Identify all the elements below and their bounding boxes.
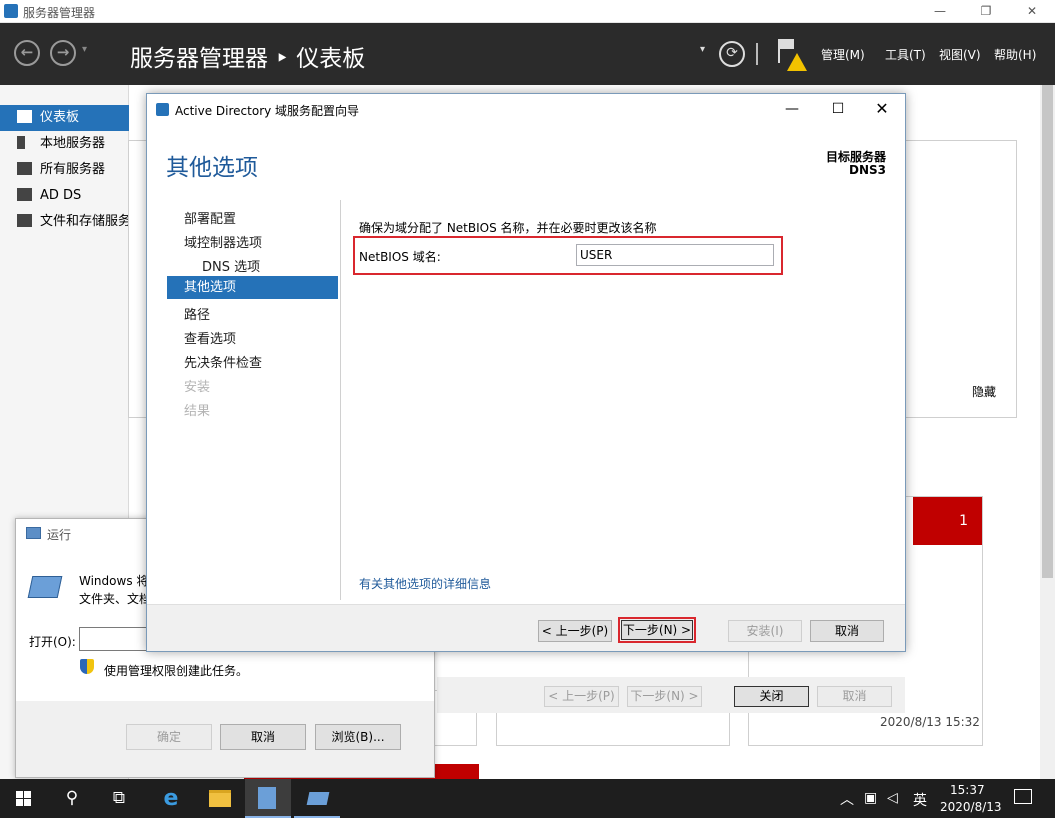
sidebar-item-dashboard[interactable]: 仪表板 (0, 105, 129, 131)
timestamp: 2020/8/13 15:32 (880, 715, 980, 729)
step-additional-options[interactable]: 其他选项 (167, 276, 338, 299)
behind-back-button[interactable]: < 上一步(P) (544, 686, 619, 707)
network-icon[interactable]: ▣ (864, 790, 877, 806)
run-open-label: 打开(O): (29, 635, 76, 649)
volume-muted-icon[interactable]: ◁ (887, 790, 898, 806)
run-cancel-button[interactable]: 取消 (220, 724, 306, 750)
wizard-page-title: 其他选项 (166, 155, 258, 181)
run-ok-button[interactable]: 确定 (126, 724, 212, 750)
wizard-maximize-button[interactable]: ☐ (815, 96, 861, 122)
run-description-1: Windows 将 (79, 574, 149, 588)
run-description-2: 文件夹、文档 (79, 592, 152, 606)
behind-close-button[interactable]: 关闭 (734, 686, 809, 707)
notification-flag-icon[interactable] (778, 39, 808, 73)
step-paths[interactable]: 路径 (184, 304, 210, 323)
run-admin-note: 使用管理权限创建此任务。 (104, 664, 249, 678)
start-windows-icon[interactable] (0, 779, 46, 818)
step-dns-options[interactable]: DNS 选项 (202, 256, 260, 275)
step-dc-options[interactable]: 域控制器选项 (184, 232, 262, 251)
maximize-button[interactable]: ❐ (963, 0, 1009, 23)
app-title-bar: 服务器管理器 — ❐ ✕ (0, 0, 1055, 23)
menu-manage[interactable]: 管理(M) (821, 46, 865, 63)
step-review-options[interactable]: 查看选项 (184, 328, 236, 347)
cancel-button[interactable]: 取消 (810, 620, 884, 642)
refresh-icon[interactable]: ⟳ (719, 41, 745, 67)
step-deployment-config[interactable]: 部署配置 (184, 208, 236, 227)
target-server-value: DNS3 (849, 163, 886, 177)
install-button[interactable]: 安装(I) (728, 620, 802, 642)
step-prerequisites-check[interactable]: 先决条件检查 (184, 352, 262, 371)
servers-icon (17, 162, 32, 175)
back-button[interactable]: < 上一步(P) (538, 620, 612, 642)
menu-help[interactable]: 帮助(H) (994, 46, 1036, 63)
refresh-dropdown-icon[interactable]: ▾ (700, 44, 705, 55)
ime-indicator[interactable]: 英 (913, 790, 927, 810)
step-results: 结果 (184, 404, 211, 419)
instruction-text: 确保为域分配了 NetBIOS 名称，并在必要时更改该名称 (359, 221, 657, 235)
scrollbar-thumb[interactable] (1042, 85, 1053, 578)
shield-icon (80, 659, 94, 674)
server-manager-taskbar-icon[interactable] (245, 779, 291, 818)
forward-arrow-icon[interactable]: → (50, 40, 76, 66)
separator (756, 43, 758, 65)
run-browse-button[interactable]: 浏览(B)... (315, 724, 401, 750)
notification-center-icon[interactable] (1014, 789, 1032, 804)
more-info-link[interactable]: 有关其他选项的详细信息 (359, 575, 491, 592)
server-manager-icon (4, 4, 18, 18)
scrollbar[interactable] (1040, 85, 1055, 779)
netbios-domain-input[interactable] (576, 244, 774, 266)
warning-icon (787, 53, 807, 71)
netbios-label: NetBIOS 域名: (359, 250, 441, 264)
taskbar: ⚲ ⧉ e ︿ ▣ ◁ 英 15:37 2020/8/13 (0, 779, 1055, 818)
run-title-icon (26, 527, 41, 539)
divider (340, 200, 341, 600)
menu-view[interactable]: 视图(V) (939, 46, 981, 63)
menu-tools[interactable]: 工具(T) (885, 46, 926, 63)
task-view-icon[interactable]: ⧉ (96, 779, 142, 818)
sidebar-item-local-server[interactable]: 本地服务器 (0, 131, 129, 157)
ie-browser-icon[interactable]: e (148, 779, 194, 818)
history-dropdown-icon[interactable]: ▾ (82, 44, 87, 55)
tray-expand-icon[interactable]: ︿ (840, 789, 854, 809)
step-install: 安装 (184, 380, 211, 395)
hide-link[interactable]: 隐藏 (972, 383, 996, 400)
wizard-minimize-button[interactable]: — (769, 96, 815, 122)
run-program-icon (27, 576, 63, 598)
clock-date[interactable]: 2020/8/13 (940, 800, 1002, 814)
back-arrow-icon[interactable]: ← (14, 40, 40, 66)
wizard-close-button[interactable]: ✕ (859, 96, 905, 122)
wizard-title: Active Directory 域服务配置向导 (175, 104, 360, 118)
server-icon (17, 136, 25, 149)
run-taskbar-icon[interactable] (294, 779, 340, 818)
file-explorer-icon[interactable] (197, 779, 243, 818)
page-title: 服务器管理器 ‣ 仪表板 (130, 46, 366, 72)
behind-cancel-button[interactable]: 取消 (817, 686, 892, 707)
adds-icon (17, 188, 32, 201)
run-title: 运行 (47, 528, 72, 542)
wizard-title-bar: Active Directory 域服务配置向导 — ☐ ✕ (147, 94, 905, 124)
minimize-button[interactable]: — (917, 0, 963, 23)
search-icon[interactable]: ⚲ (49, 779, 95, 818)
sidebar-item-ad-ds[interactable]: AD DS (0, 183, 129, 209)
close-button[interactable]: ✕ (1009, 0, 1055, 23)
clock-time[interactable]: 15:37 (950, 783, 985, 797)
run-input[interactable] (79, 627, 149, 651)
wizard-title-icon (156, 103, 169, 116)
storage-icon (17, 214, 32, 227)
app-title: 服务器管理器 (23, 6, 96, 20)
dashboard-icon (17, 110, 32, 123)
behind-next-button[interactable]: 下一步(N) > (627, 686, 702, 707)
adds-wizard-dialog: Active Directory 域服务配置向导 — ☐ ✕ 其他选项 目标服务… (146, 93, 906, 652)
header-bar: ← → ▾ 服务器管理器 ‣ 仪表板 ▾ ⟳ 管理(M) 工具(T) 视图(V)… (0, 23, 1055, 85)
sidebar-item-file-storage[interactable]: 文件和存储服务 (0, 209, 129, 235)
tile-header-alert[interactable]: 1 (913, 497, 982, 545)
sidebar-item-all-servers[interactable]: 所有服务器 (0, 157, 129, 183)
next-button[interactable]: 下一步(N) > (621, 620, 693, 640)
